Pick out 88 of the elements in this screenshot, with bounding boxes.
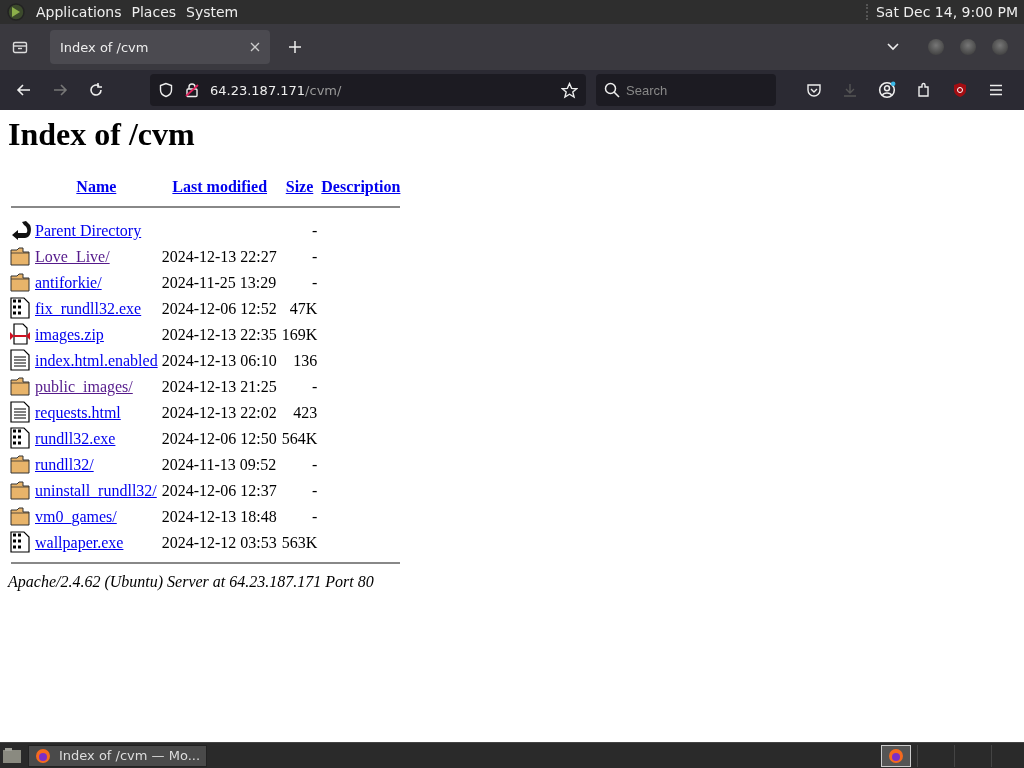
folder-icon [10,245,30,267]
browser-logo-icon [35,747,51,764]
browser-tab[interactable]: Index of /cvm [50,30,270,64]
bookmark-star-icon[interactable] [561,81,578,99]
file-link[interactable]: wallpaper.exe [35,534,124,551]
panel-menu[interactable]: System [186,4,239,20]
search-icon [604,82,620,98]
modified-date: 2024-12-13 18:48 [161,508,277,525]
file-link[interactable]: antiforkie/ [35,274,102,291]
new-tab-icon[interactable] [288,40,302,54]
clock[interactable]: Sat Dec 14, 9:00 PM [865,4,1018,20]
file-link[interactable]: images.zip [35,326,104,343]
column-header-link[interactable]: Description [321,178,401,195]
file-size: - [312,482,318,499]
panel-menu[interactable]: Places [131,4,177,20]
text-file-icon [10,349,30,371]
tab-title: Index of /cvm [60,39,149,55]
taskbar-window-button[interactable]: Index of /cvm — Mo... [28,744,208,767]
pocket-icon[interactable] [806,82,822,98]
server-signature: Apache/2.4.62 (Ubuntu) Server at 64.23.187.171 Port 80 [8,573,375,591]
close-icon[interactable] [250,42,260,52]
file-link[interactable]: public_images/ [35,378,133,395]
binary-file-icon [10,297,30,319]
menu-icon[interactable] [988,82,1004,98]
folder-icon [10,453,30,475]
file-size: - [312,248,318,265]
file-link[interactable]: Love_Live/ [35,248,110,265]
modified-date: 2024-12-06 12:37 [161,482,277,499]
modified-date: 2024-12-13 22:02 [161,404,277,421]
workspace-switcher[interactable] [881,744,911,767]
text-file-icon [10,401,30,423]
file-size: 423 [293,404,318,421]
panel-menu[interactable]: Applications [36,4,122,20]
modified-date: 2024-12-13 21:25 [161,378,277,395]
back-icon[interactable] [16,82,32,98]
file-size: - [312,222,318,239]
column-header-link[interactable]: Name [76,178,117,195]
shield-icon[interactable] [158,82,174,98]
binary-file-icon [10,427,30,449]
address-bar[interactable]: 64.23.187.171/cvm/ [150,74,586,106]
file-link[interactable]: requests.html [35,404,121,421]
file-link[interactable]: rundll32.exe [35,430,116,447]
file-size: 563K [281,534,318,551]
folder-icon [10,505,30,527]
folder-icon [10,271,30,293]
file-size: 564K [281,430,318,447]
extensions-icon[interactable] [916,82,932,98]
modified-date: 2024-11-25 13:29 [161,274,277,291]
modified-date: 2024-12-12 03:53 [161,534,277,551]
chevron-icon[interactable] [886,42,900,52]
browser-logo-icon [888,747,904,764]
file-link[interactable]: Parent Directory [35,222,142,239]
file-size: - [312,274,318,291]
modified-date: 2024-12-06 12:50 [161,430,277,447]
forward-icon[interactable] [52,82,68,98]
file-size: 136 [293,352,318,369]
show-desktop-icon[interactable] [2,746,22,765]
modified-date: 2024-12-06 12:52 [161,300,277,317]
archive-file-icon [10,323,30,345]
tab-list-icon[interactable] [12,39,28,55]
modified-date: 2024-12-13 06:10 [161,352,277,369]
column-header-link[interactable]: Size [285,178,314,195]
file-link[interactable]: uninstall_rundll32/ [35,482,157,499]
file-link[interactable]: vm0_games/ [35,508,117,525]
file-size: 169K [281,326,318,343]
account-icon[interactable] [878,81,896,99]
insecure-lock-icon[interactable] [184,82,200,98]
modified-date: 2024-12-13 22:35 [161,326,277,343]
search-field[interactable]: Search [596,74,776,106]
file-link[interactable]: index.html.enabled [35,352,158,369]
file-link[interactable]: fix_rundll32.exe [35,300,142,317]
file-size: - [312,456,318,473]
url-text: 64.23.187.171/cvm/ [210,82,342,98]
file-size: - [312,508,318,525]
modified-date: 2024-12-13 22:27 [161,248,277,265]
file-link[interactable]: rundll32/ [35,456,94,473]
file-size: 47K [289,300,318,317]
folder-icon [10,375,30,397]
column-header-link[interactable]: Last modified [172,178,268,195]
folder-icon [10,479,30,501]
distro-logo-icon[interactable] [6,2,26,22]
reload-icon[interactable] [88,82,104,98]
page-heading: Index of /cvm [8,116,196,153]
file-size: - [312,378,318,395]
modified-date: 2024-11-13 09:52 [161,456,277,473]
binary-file-icon [10,531,30,553]
shield-extension-icon[interactable] [952,82,968,98]
back-arrow-icon [10,219,32,241]
